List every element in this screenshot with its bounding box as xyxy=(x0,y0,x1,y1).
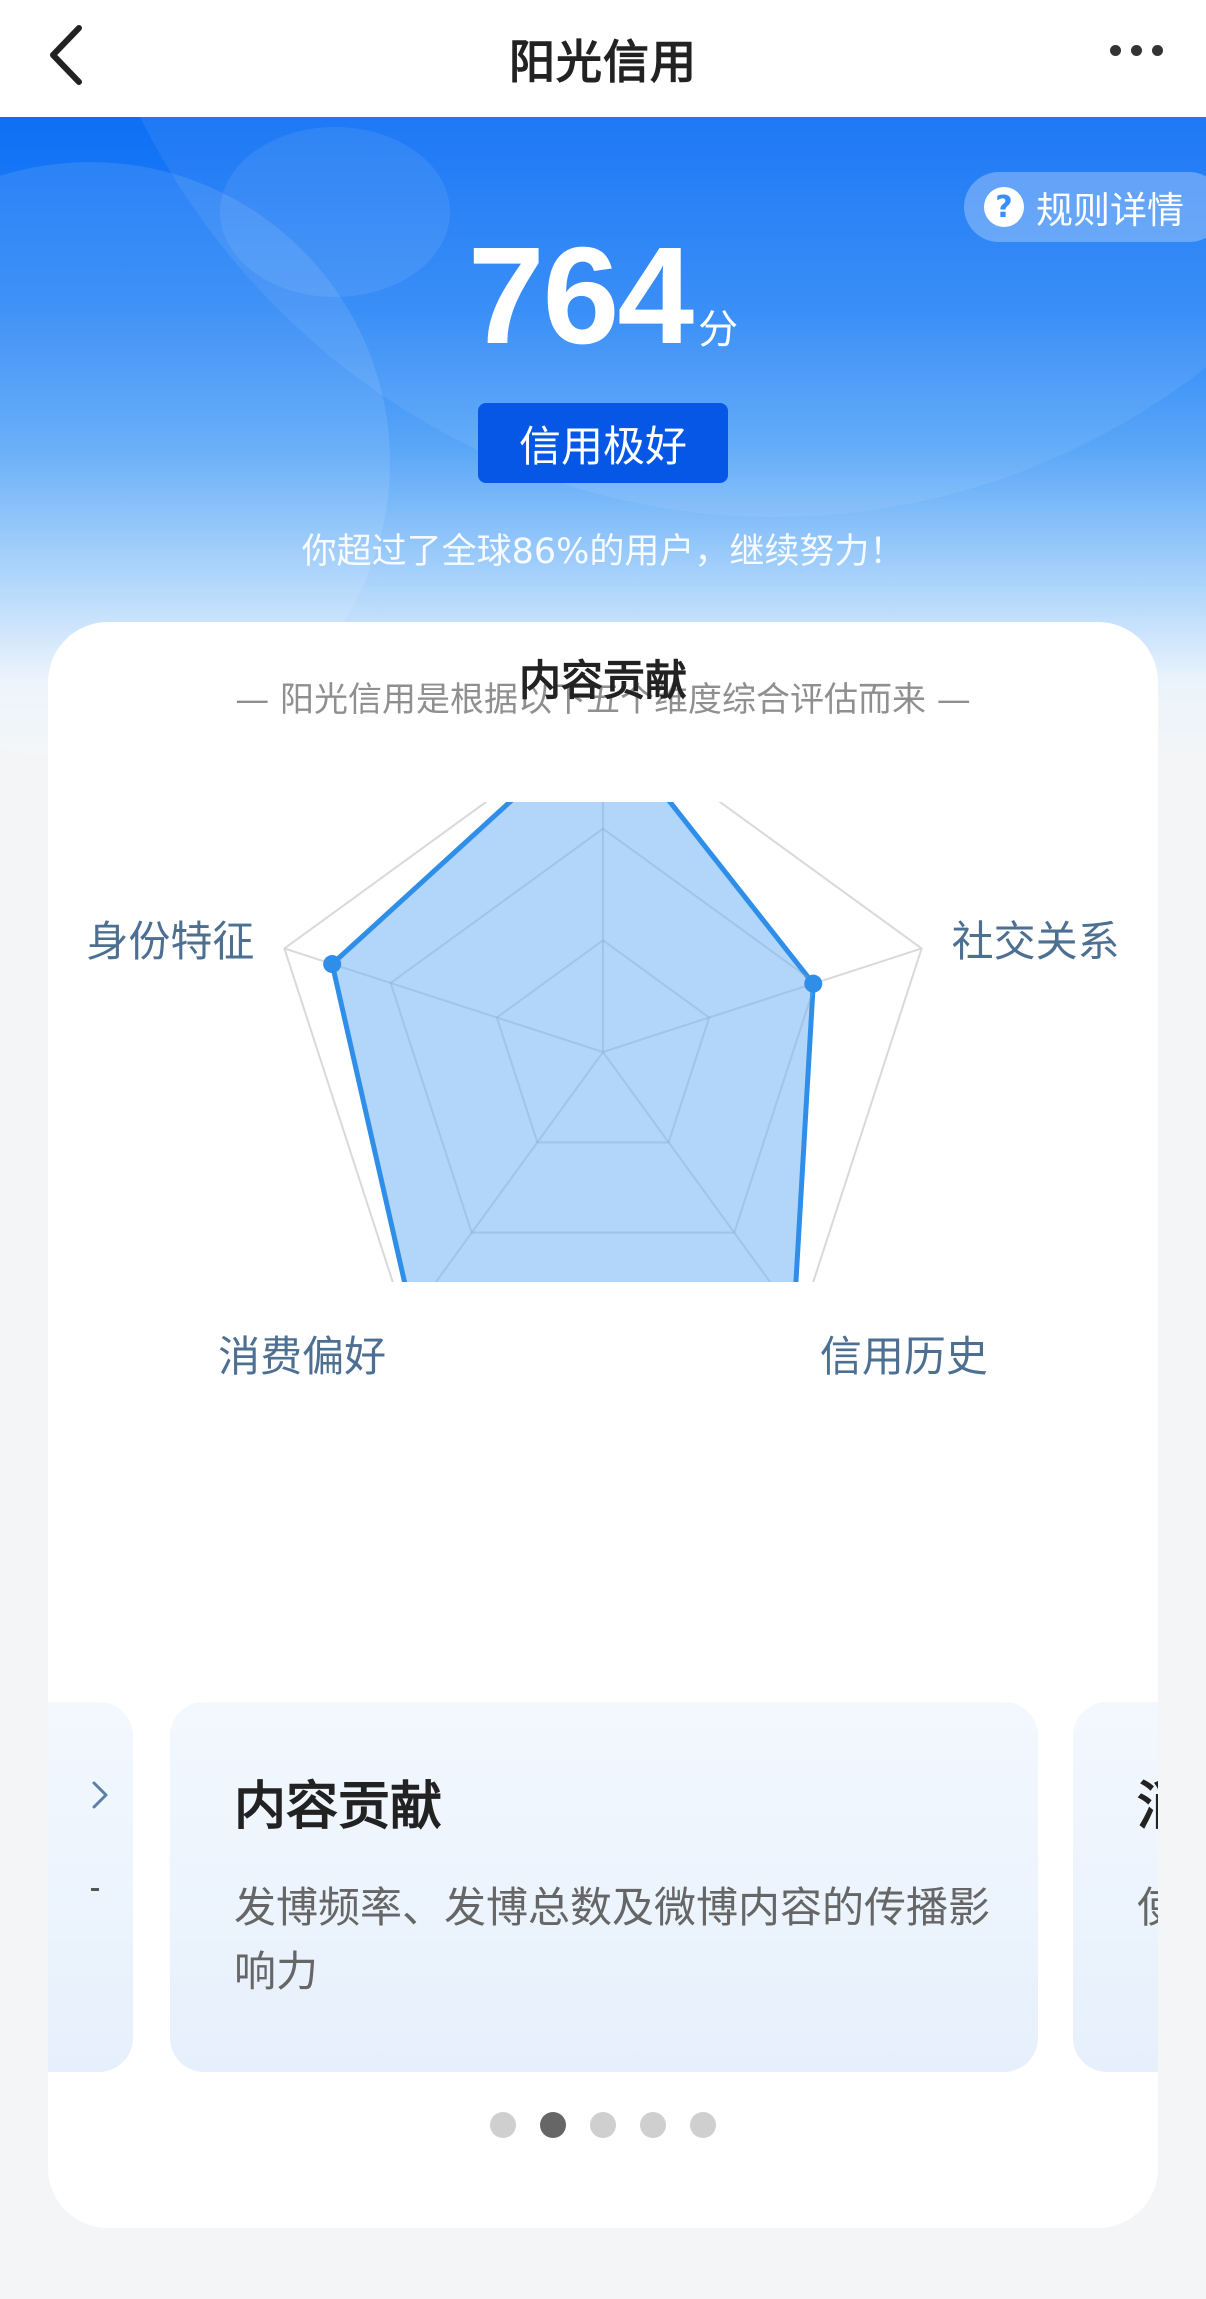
carousel-dot[interactable] xyxy=(590,2112,616,2138)
nav-bar: 阳光信用 xyxy=(0,0,1206,117)
back-button[interactable] xyxy=(30,20,100,90)
more-options-button[interactable] xyxy=(1096,20,1176,80)
radar-axis-label[interactable]: 消费偏好 xyxy=(206,1323,386,1384)
carousel-pagination xyxy=(48,2112,1158,2142)
dimension-card: — 阳光信用是根据以下五个维度综合评估而来 — 内容贡献 社交关系 信用历史 消… xyxy=(48,622,1158,2228)
more-dot-icon xyxy=(1130,44,1142,56)
radar-data-point xyxy=(323,955,342,974)
carousel-dot[interactable] xyxy=(540,2112,566,2138)
slide-description: 使用 xyxy=(1137,1876,1158,1940)
slide-title: 消费偏好 xyxy=(1137,1764,1158,1839)
dimension-carousel[interactable]: 内容贡献 发博频率、发博总数及微博内容的传播影响力 消费偏好 使用 xyxy=(48,1702,1158,2072)
radar-axis-label[interactable]: 身份特征 xyxy=(74,908,254,969)
radar-axis-label[interactable]: 社交关系 xyxy=(952,908,1120,969)
rank-text: 你超过了全球86%的用户，继续努力！ xyxy=(301,532,905,572)
radar-axis-label[interactable]: 信用历史 xyxy=(820,1323,988,1384)
credit-score: 764 分 xyxy=(0,217,1206,376)
page-title: 阳光信用 xyxy=(509,34,697,89)
slide-title: 内容贡献 xyxy=(234,1777,443,1837)
carousel-slide-current[interactable]: 内容贡献 发博频率、发博总数及微博内容的传播影响力 xyxy=(170,1702,1038,2072)
slide-description: 发博频率、发博总数及微博内容的传播影响力 xyxy=(234,1883,991,1996)
score-unit: 分 xyxy=(698,307,739,353)
radar-chart: 内容贡献 社交关系 信用历史 消费偏好 身份特征 xyxy=(48,656,1158,1381)
carousel-slide-next[interactable]: 消费偏好 使用 xyxy=(1073,1702,1158,2072)
carousel-dot[interactable] xyxy=(690,2112,716,2138)
chevron-right-icon xyxy=(92,1781,108,1809)
score-value: 764 xyxy=(467,219,694,373)
chevron-left-icon xyxy=(50,25,82,85)
radar-chart-svg xyxy=(283,802,923,1282)
radar-axis-label[interactable]: 内容贡献 xyxy=(513,647,693,708)
credit-level-badge: 信用极好 xyxy=(478,403,728,483)
carousel-dot[interactable] xyxy=(640,2112,666,2138)
more-dot-icon xyxy=(1151,44,1163,56)
carousel-dot[interactable] xyxy=(490,2112,516,2138)
radar-data-point xyxy=(804,974,823,993)
carousel-slide-previous[interactable] xyxy=(48,1702,133,2072)
more-dot-icon xyxy=(1109,44,1121,56)
text-fragment xyxy=(91,1888,99,1891)
